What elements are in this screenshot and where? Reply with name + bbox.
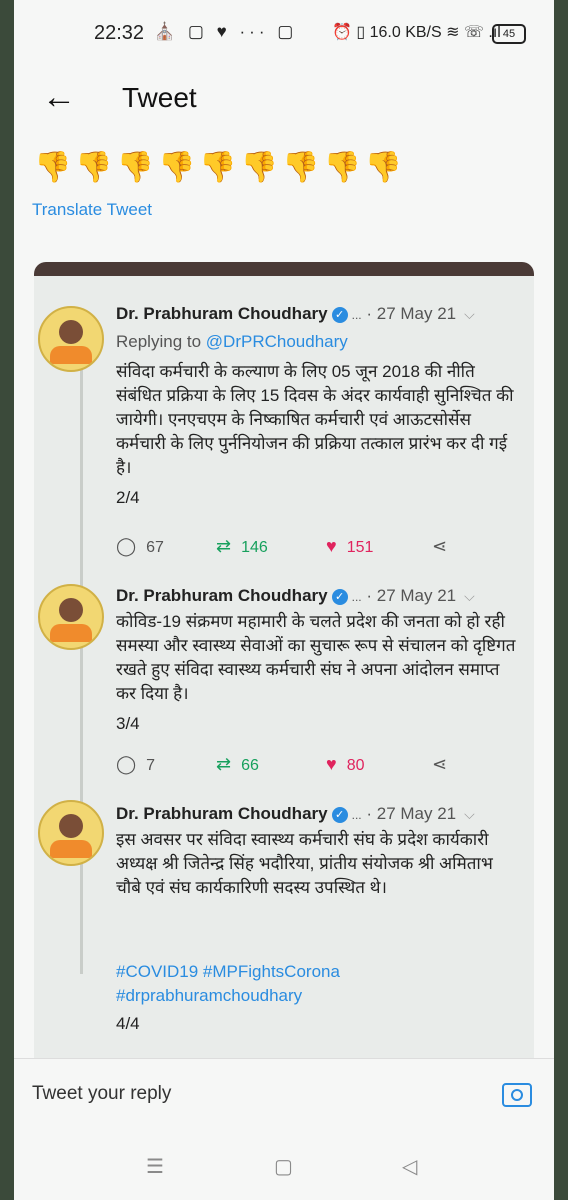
truncation-dots: ...	[351, 308, 362, 322]
reply-count: 7	[146, 757, 156, 774]
reply-input[interactable]: Tweet your reply	[32, 1083, 452, 1105]
avatar	[38, 584, 104, 650]
replying-to: Replying to @DrPRChoudhary	[116, 332, 348, 352]
thread-count: 4/4	[116, 1014, 140, 1033]
like-button[interactable]: ♥ 151	[326, 536, 373, 557]
like-button[interactable]: ♥ 80	[326, 754, 364, 775]
truncation-dots: ...	[351, 808, 362, 822]
retweet-icon: ⇄	[216, 754, 232, 774]
tweet-date: · 27 May 21	[366, 586, 457, 605]
reply-button[interactable]: ◯ 7	[116, 754, 155, 775]
retweet-button[interactable]: ⇄ 66	[216, 754, 259, 775]
tweet-body: कोविड-19 संक्रमण महामारी के चलते प्रदेश …	[116, 612, 516, 703]
reply-button[interactable]: ◯ 67	[116, 536, 164, 557]
reply-handle-link[interactable]: @DrPRChoudhary	[206, 332, 348, 351]
share-icon[interactable]: ⋖	[432, 754, 447, 775]
verified-badge-icon: ✓	[331, 306, 348, 323]
menu-icon[interactable]: ☰	[146, 1154, 164, 1179]
reply-composer: Tweet your reply	[14, 1058, 554, 1128]
translate-tweet-link[interactable]: Translate Tweet	[32, 200, 152, 220]
chevron-down-icon[interactable]: ⌵	[464, 588, 475, 604]
author-name: Dr. Prabhuram Choudhary	[116, 586, 328, 605]
phone-screen: 22:32 ⛪ ▢ ♥ ··· ▢ ⏰ ▯ 16.0 KB/S ≋ ☏ .ıl …	[14, 0, 554, 1200]
system-icons: ⏰ ▯ 16.0 KB/S ≋ ☏ .ıl	[332, 24, 501, 41]
retweet-icon: ⇄	[216, 536, 232, 556]
status-bar: 22:32 ⛪ ▢ ♥ ··· ▢ ⏰ ▯ 16.0 KB/S ≋ ☏ .ıl …	[14, 0, 554, 64]
tweet-actions: ◯ 67 ⇄ 146 ♥ 151 ⋖	[116, 536, 516, 560]
back-arrow-icon[interactable]: ←	[42, 78, 76, 117]
chevron-down-icon[interactable]: ⌵	[464, 806, 475, 822]
thread-count: 3/4	[116, 714, 140, 733]
reply-count: 67	[146, 539, 164, 556]
thread-connector-line	[80, 354, 83, 974]
system-nav-bar: ☰ ▢ ◁	[14, 1126, 554, 1200]
like-count: 151	[346, 539, 374, 556]
status-time: 22:32	[94, 22, 145, 44]
share-icon[interactable]: ⋖	[432, 536, 447, 557]
heart-icon: ♥	[326, 754, 337, 774]
chevron-down-icon[interactable]: ⌵	[464, 306, 475, 322]
retweet-count: 146	[241, 539, 268, 556]
tweet-body: इस अवसर पर संविदा स्वास्थ्य कर्मचारी संघ…	[116, 830, 493, 897]
camera-icon[interactable]	[502, 1083, 532, 1107]
avatar	[38, 800, 104, 866]
tweet-actions: ◯ 7 ⇄ 66 ♥ 80 ⋖	[116, 754, 516, 778]
embedded-thread-image: Dr. Prabhuram Choudhary ✓... · 27 May 21 ⌵…	[34, 262, 534, 1068]
verified-badge-icon: ✓	[331, 806, 348, 823]
author-name: Dr. Prabhuram Choudhary	[116, 804, 328, 823]
tweet-header: Dr. Prabhuram Choudhary ✓... · 27 May 21 ⌵	[116, 586, 475, 606]
retweet-count: 66	[241, 757, 259, 774]
home-icon[interactable]: ▢	[274, 1154, 293, 1179]
heart-icon: ♥	[326, 536, 337, 556]
tweet-emoji-text: 👎👎👎👎👎👎👎👎👎	[34, 151, 407, 184]
page-title: Tweet	[122, 82, 197, 113]
retweet-button[interactable]: ⇄ 146	[216, 536, 268, 557]
app-header: ← Tweet	[14, 64, 554, 140]
tweet-body: संविदा कर्मचारी के कल्याण के लिए 05 जून …	[116, 362, 514, 477]
tweet-date: · 27 May 21	[366, 304, 457, 323]
reply-icon: ◯	[116, 754, 137, 774]
thread-count: 2/4	[116, 488, 140, 507]
battery-icon: 45	[492, 24, 526, 44]
verified-badge-icon: ✓	[331, 588, 348, 605]
reply-icon: ◯	[116, 536, 137, 556]
replying-to-label: Replying to	[116, 332, 206, 351]
tweet-header: Dr. Prabhuram Choudhary ✓... · 27 May 21 ⌵	[116, 304, 475, 324]
tweet-date: · 27 May 21	[366, 804, 457, 823]
avatar	[38, 306, 104, 372]
like-count: 80	[346, 757, 365, 774]
notification-icons: ⛪ ▢ ♥ ··· ▢	[154, 22, 298, 41]
author-name: Dr. Prabhuram Choudhary	[116, 304, 328, 323]
back-icon[interactable]: ◁	[402, 1154, 417, 1179]
hashtag-links[interactable]: #COVID19 #MPFightsCorona #drprabhuramcho…	[116, 960, 516, 1008]
truncation-dots: ...	[351, 590, 362, 604]
tweet-header: Dr. Prabhuram Choudhary ✓... · 27 May 21 ⌵	[116, 804, 475, 824]
